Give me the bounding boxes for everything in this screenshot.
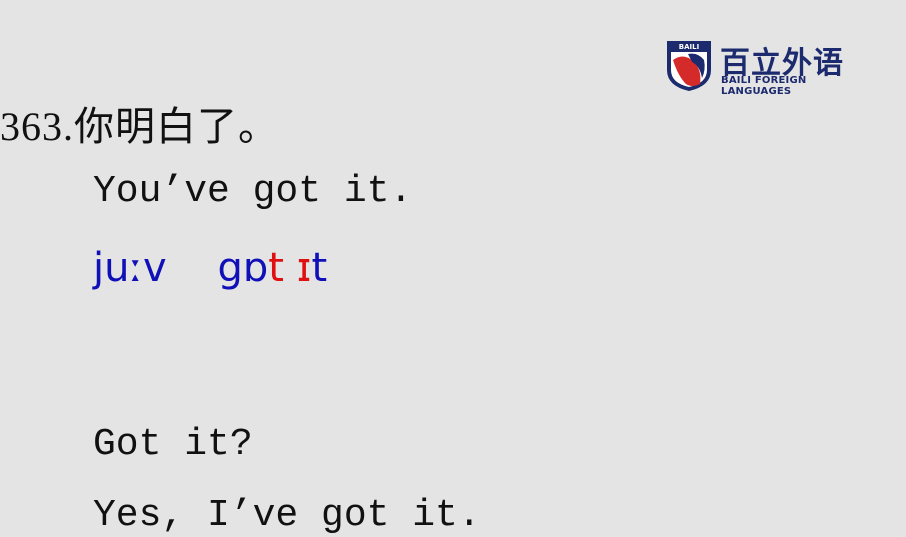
phonetic-segment: t: [311, 245, 328, 291]
variant-sentence-2: Yes, I’ve got it.: [93, 494, 481, 537]
logo-name-en: BAILI FOREIGN LANGUAGES: [721, 75, 807, 97]
phonetic-segment: t: [268, 245, 284, 291]
phonetic-segment: [284, 245, 297, 291]
badge-text: BAILI: [679, 43, 699, 51]
chinese-sentence: 你明白了。: [74, 104, 279, 150]
phonetic-segment: gɒ: [217, 245, 269, 291]
shield-logo-icon: BAILI: [667, 41, 711, 91]
english-sentence: You’ve got it.: [93, 170, 413, 213]
phonetic-segment: ɪ: [296, 245, 312, 291]
baili-logo: BAILI 百立外语 BAILI FOREIGN LANGUAGES: [664, 38, 854, 97]
phonetic-transcription: juːv gɒt ɪt: [93, 245, 327, 291]
lesson-title: 363.你明白了。: [0, 94, 279, 152]
lesson-number: 363.: [0, 104, 74, 149]
phonetic-segment: juːv: [93, 245, 167, 291]
phonetic-segment: [167, 245, 218, 291]
variant-sentence-1: Got it?: [93, 423, 253, 466]
